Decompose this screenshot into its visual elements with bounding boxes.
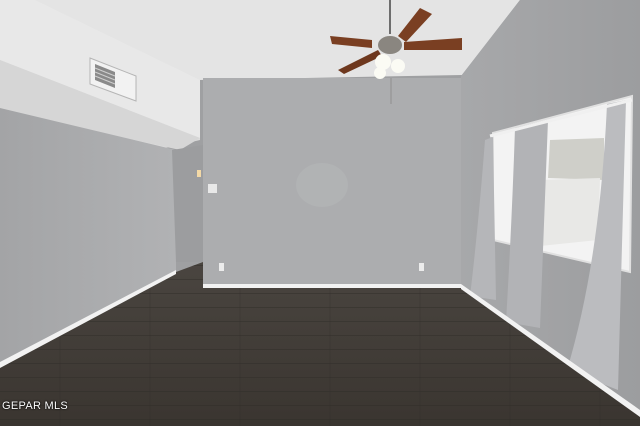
baseboard-back (203, 284, 461, 288)
window-foliage (540, 178, 600, 246)
window-house-roof (548, 138, 604, 180)
room-illustration (0, 0, 640, 426)
hallway-light (197, 170, 201, 177)
room-photo: GEPAR MLS (0, 0, 640, 426)
wall-patch (296, 163, 348, 207)
outlet (419, 263, 424, 271)
mls-watermark: GEPAR MLS (2, 400, 69, 412)
thermostat (208, 184, 217, 193)
hallway (172, 145, 203, 262)
outlet (219, 263, 224, 271)
